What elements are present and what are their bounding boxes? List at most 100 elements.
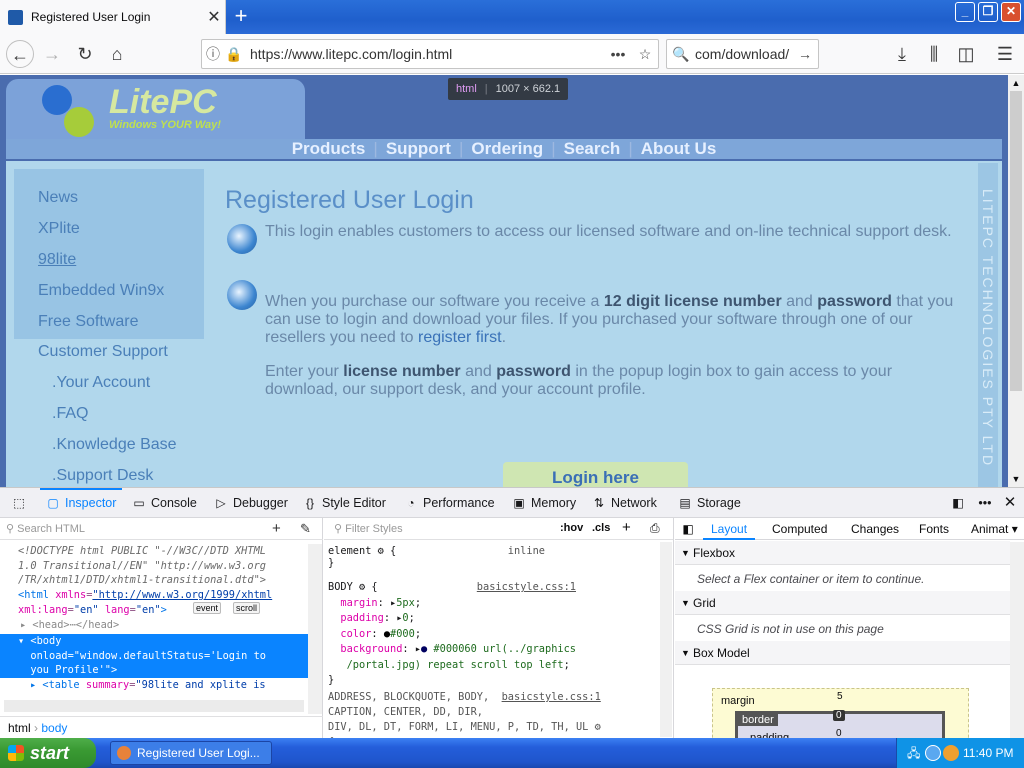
head-node[interactable]: ▸ <head>⋯</head>: [20, 618, 119, 633]
tab-changes[interactable]: Changes: [851, 518, 899, 540]
breadcrumb-body[interactable]: body: [41, 721, 67, 735]
cls-toggle[interactable]: .cls: [592, 522, 610, 534]
leftnav-customer-support[interactable]: Customer Support: [38, 343, 168, 361]
firefox-tray-icon[interactable]: [943, 745, 959, 761]
tab-registered-user-login[interactable]: Registered User Login ✕: [0, 0, 226, 34]
register-first-link[interactable]: register first: [418, 329, 502, 346]
home-button[interactable]: ⌂: [103, 40, 131, 68]
page-actions-icon[interactable]: •••: [604, 46, 632, 62]
url-bar[interactable]: ⓘ 🔒 https://www.litepc.com/login.html ••…: [201, 39, 659, 69]
rules-scrollbar[interactable]: [660, 542, 672, 737]
restore-button[interactable]: ❐: [978, 2, 998, 22]
add-rule-icon[interactable]: +: [622, 519, 631, 536]
window-close-button[interactable]: ✕: [1001, 2, 1021, 22]
margin-top-value[interactable]: 5: [837, 691, 843, 702]
leftnav-news[interactable]: News: [38, 189, 78, 207]
menu-icon[interactable]: ☰: [991, 40, 1019, 68]
forward-button[interactable]: →: [38, 40, 66, 68]
tab-storage[interactable]: ▤ Storage: [678, 488, 740, 518]
add-node-icon[interactable]: +: [272, 520, 281, 537]
event-badge[interactable]: event: [193, 602, 222, 614]
tab-inspector[interactable]: ▢ Inspector: [40, 488, 123, 518]
tab-performance[interactable]: ◔ Performance: [404, 488, 494, 518]
new-tab-button[interactable]: +: [228, 4, 254, 30]
subnav-faq[interactable]: .FAQ: [52, 405, 88, 423]
leftnav-xplite[interactable]: XPlite: [38, 220, 80, 238]
sidebar-tabs: ◧ Layout Computed Changes Fonts Animat ▾: [675, 518, 1024, 540]
scrollbar-thumb[interactable]: [1010, 91, 1022, 391]
close-devtools-icon[interactable]: ✕: [1000, 488, 1020, 518]
url-text[interactable]: https://www.litepc.com/login.html: [244, 46, 604, 62]
flexbox-section-header[interactable]: ▼ Flexbox: [675, 541, 1010, 565]
tab-animations[interactable]: Animat ▾: [971, 518, 1018, 540]
box-model-section-header[interactable]: ▼ Box Model: [675, 641, 1010, 665]
sidebar-icon[interactable]: ◫: [952, 40, 980, 68]
body-node[interactable]: ▾ <body onload="window.defaultStatus='Lo…: [0, 634, 308, 678]
tab-console[interactable]: ▭ Console: [132, 488, 197, 518]
leftnav-free-software[interactable]: Free Software: [38, 313, 138, 331]
search-input[interactable]: com/download/: [695, 46, 792, 62]
tab-debugger[interactable]: ▷ Debugger: [214, 488, 288, 518]
nav-ordering[interactable]: Ordering: [471, 139, 543, 159]
leftnav-embedded-win9x[interactable]: Embedded Win9x: [38, 282, 164, 300]
network-tray-icon[interactable]: 🖧: [907, 738, 920, 768]
more-options-icon[interactable]: •••: [974, 488, 996, 518]
scroll-up-icon[interactable]: ▲: [1008, 75, 1024, 91]
hov-toggle[interactable]: :hov: [560, 522, 583, 534]
body-rule[interactable]: BODY ⚙ { basicstyle.css:1 margin: ▸5px; …: [328, 580, 576, 689]
subnav-knowledge-base[interactable]: .Knowledge Base: [52, 436, 177, 454]
toggle-sidebar-icon[interactable]: ◧: [679, 518, 697, 540]
tab-style-editor[interactable]: {} Style Editor: [303, 488, 386, 518]
markup-h-scrollbar[interactable]: [4, 700, 304, 712]
start-button[interactable]: start: [0, 738, 96, 768]
address-rule[interactable]: ADDRESS, BLOCKQUOTE, BODY, basicstyle.cs…: [328, 690, 601, 739]
page-scrollbar[interactable]: ▲ ▼: [1008, 75, 1024, 487]
tab-layout[interactable]: Layout: [703, 518, 756, 540]
clock[interactable]: 11:40 PM: [963, 738, 1013, 768]
border-top-value[interactable]: 0: [833, 710, 845, 721]
subnav-support-desk[interactable]: .Support Desk: [52, 467, 153, 485]
tab-network[interactable]: ⇅ Network: [592, 488, 657, 518]
search-go-icon[interactable]: →: [792, 46, 818, 62]
info-icon[interactable]: ⓘ: [202, 44, 224, 64]
intro-paragraph: This login enables customers to access o…: [265, 223, 952, 240]
site-logo[interactable]: LitePC Windows YOUR Way!: [6, 79, 305, 139]
breadcrumb-html[interactable]: html: [8, 721, 31, 735]
eyedropper-icon[interactable]: ✎: [300, 521, 311, 537]
library-icon[interactable]: ⫼: [920, 40, 948, 68]
tab-computed[interactable]: Computed: [772, 518, 827, 540]
element-highlighter-tooltip: html | 1007 × 662.1: [448, 78, 569, 100]
reload-button[interactable]: ↻: [71, 40, 99, 68]
login-here-button[interactable]: Login here: [503, 462, 688, 487]
enter-paragraph: Enter your license number and password i…: [265, 363, 893, 398]
nav-products[interactable]: Products: [292, 139, 366, 159]
doctype-node[interactable]: <!DOCTYPE html PUBLIC "-//W3C//DTD XHTML…: [18, 544, 266, 588]
nav-about-us[interactable]: About Us: [641, 139, 717, 159]
element-rule[interactable]: element ⚙ { inline }: [328, 545, 545, 569]
nav-support[interactable]: Support: [386, 139, 451, 159]
element-picker-icon[interactable]: ⬚: [8, 488, 30, 518]
nav-search[interactable]: Search: [564, 139, 621, 159]
downloads-icon[interactable]: ⤓: [888, 40, 916, 68]
close-tab-icon[interactable]: ✕: [203, 7, 225, 27]
dock-icon[interactable]: ◧: [948, 488, 968, 518]
minimize-button[interactable]: _: [955, 2, 975, 22]
search-bar[interactable]: 🔍 com/download/ →: [666, 39, 819, 69]
grid-section-header[interactable]: ▼ Grid: [675, 591, 1010, 615]
layout-scrollbar[interactable]: [1010, 542, 1024, 739]
bookmark-star-icon[interactable]: ☆: [632, 46, 658, 63]
leftnav-98lite[interactable]: 98lite: [38, 251, 76, 269]
scroll-down-icon[interactable]: ▼: [1008, 471, 1024, 487]
table-node[interactable]: ▸ <table summary="98lite and xplite is: [30, 678, 266, 693]
markup-v-scrollbar[interactable]: [308, 544, 322, 714]
taskbar-window-button[interactable]: Registered User Logi...: [110, 741, 272, 765]
back-button[interactable]: ←: [6, 40, 34, 68]
tab-fonts[interactable]: Fonts: [919, 518, 949, 540]
purchase-paragraph: When you purchase our software you recei…: [265, 293, 954, 346]
subnav-your-account[interactable]: .Your Account: [52, 374, 150, 392]
chevron-left-icon[interactable]: [925, 745, 941, 761]
print-media-icon[interactable]: ⎙: [650, 521, 660, 536]
scroll-badge[interactable]: scroll: [233, 602, 261, 614]
tooltip-size: 1007 × 662.1: [495, 83, 561, 95]
tab-memory[interactable]: ▣ Memory: [512, 488, 576, 518]
